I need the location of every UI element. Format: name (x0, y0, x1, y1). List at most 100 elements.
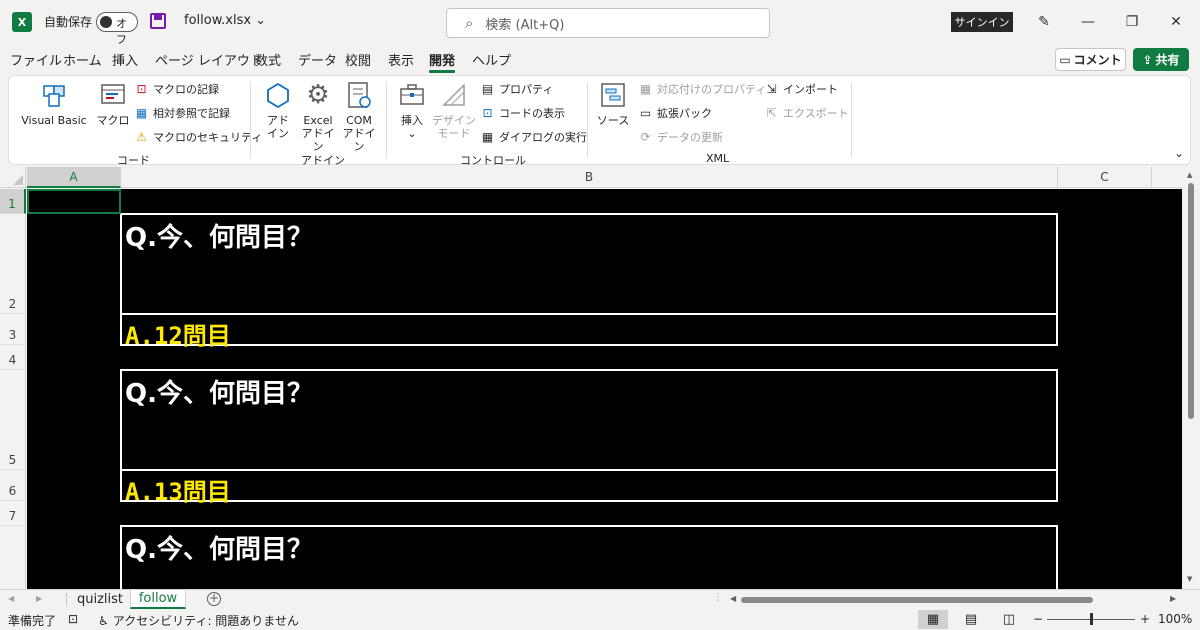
tab-help[interactable]: ヘルプ (472, 50, 511, 69)
answer-cell-b6[interactable]: A.13問目 (125, 472, 231, 507)
properties-label: プロパティ (499, 83, 554, 96)
zoom-in-icon[interactable]: + (1140, 612, 1150, 626)
row-header-4[interactable]: 4 (0, 345, 26, 370)
scroll-left-icon[interactable]: ◀ (730, 594, 736, 603)
zoom-slider-knob[interactable] (1090, 613, 1093, 625)
close-icon[interactable]: ✕ (1165, 11, 1187, 33)
question-cell-b5[interactable]: Q.今、何問目？ (125, 373, 313, 410)
answer-cell-border (120, 313, 1058, 346)
tab-formulas[interactable]: 数式 (255, 50, 281, 69)
macro-icon (98, 80, 128, 110)
row-header-2[interactable]: 2 (0, 214, 26, 314)
row-header-5[interactable]: 5 (0, 370, 26, 470)
ribbon-collapse-icon[interactable]: ⌄ (1174, 146, 1184, 160)
refresh-data-label: データの更新 (657, 131, 723, 144)
next-sheet-icon[interactable]: ▶ (36, 594, 42, 603)
filename-button[interactable]: follow.xlsx ⌄ (184, 13, 266, 28)
xml-import-button[interactable]: ⇲ インポート (764, 81, 838, 97)
sheet-tab-follow[interactable]: follow (130, 590, 186, 609)
prev-sheet-icon[interactable]: ◀ (8, 594, 14, 603)
expansion-packs-button[interactable]: ▭ 拡張パック (638, 105, 712, 121)
row-header-1[interactable]: 1 (0, 189, 26, 214)
tab-file[interactable]: ファイル (10, 50, 62, 69)
tab-insert[interactable]: 挿入 (112, 50, 138, 69)
xml-source-button[interactable]: ソース (595, 80, 631, 127)
add-sheet-icon[interactable]: + (207, 592, 221, 606)
minimize-icon[interactable]: — (1077, 11, 1099, 33)
active-cell-a1[interactable] (27, 189, 121, 214)
row-header-3[interactable]: 3 (0, 314, 26, 345)
refresh-data-button[interactable]: ⟳ データの更新 (638, 129, 723, 145)
horizontal-scroll-thumb[interactable] (741, 597, 1093, 603)
map-properties-button[interactable]: ▦ 対応付けのプロパティ (638, 81, 767, 97)
macro-record-status-icon[interactable]: ⊡ (68, 612, 78, 626)
status-bar: 準備完了 ⊡ ♿ アクセシビリティ: 問題ありません ▦ ▤ ◫ − + 100… (0, 609, 1200, 630)
xml-export-button[interactable]: ⇱ エクスポート (764, 105, 848, 121)
run-dialog-icon: ▦ (481, 130, 494, 144)
page-layout-view-button[interactable]: ▤ (956, 610, 986, 629)
insert-control-button[interactable]: 挿入 ⌄ (395, 80, 429, 140)
question-cell-b8[interactable]: Q.今、何問目？ (125, 529, 313, 566)
record-macro-button[interactable]: ⊡ マクロの記録 (134, 81, 219, 97)
tab-developer[interactable]: 開発 (429, 50, 456, 73)
pen-icon[interactable]: ✎ (1033, 11, 1055, 33)
tab-home[interactable]: ホーム (63, 50, 102, 69)
save-icon[interactable] (150, 13, 166, 29)
autosave-state: オフ (116, 17, 127, 46)
page-layout-view-icon: ▤ (964, 612, 978, 627)
vertical-scroll-thumb[interactable] (1188, 183, 1194, 419)
sheet-tab-quizlist[interactable]: quizlist (72, 590, 128, 609)
search-box[interactable]: ⌕ 検索 (Alt+Q) (446, 8, 770, 38)
signin-button[interactable]: サインイン (951, 12, 1013, 32)
relative-ref-button[interactable]: ▦ 相対参照で記録 (134, 105, 230, 121)
addin-button[interactable]: アド イン (260, 80, 296, 140)
design-mode-button[interactable]: デザイン モード (432, 80, 476, 140)
gear-icon: ⚙ (306, 79, 330, 110)
scroll-right-icon[interactable]: ▶ (1170, 594, 1176, 603)
macro-button[interactable]: マクロ (93, 80, 133, 127)
visual-basic-button[interactable]: Visual Basic (19, 80, 89, 127)
comment-button[interactable]: ▭ コメント (1055, 48, 1126, 71)
expansion-packs-label: 拡張パック (657, 107, 712, 120)
row-header-8[interactable] (0, 526, 26, 589)
scroll-down-icon[interactable]: ▼ (1187, 575, 1192, 583)
horizontal-scrollbar[interactable] (741, 597, 1165, 603)
question-cell-b2[interactable]: Q.今、何問目？ (125, 217, 313, 254)
accessibility-status[interactable]: ♿ アクセシビリティ: 問題ありません (98, 612, 299, 629)
chevron-down-icon: ⌄ (407, 127, 417, 140)
scroll-up-icon[interactable]: ▲ (1187, 171, 1192, 179)
tab-split-handle-icon[interactable]: ⋮ (713, 592, 723, 603)
view-code-button[interactable]: ⊡ コードの表示 (480, 105, 565, 121)
normal-view-button[interactable]: ▦ (918, 610, 948, 629)
zoom-out-icon[interactable]: − (1033, 612, 1043, 626)
tab-view[interactable]: 表示 (388, 50, 414, 69)
column-header-b[interactable]: B (121, 167, 1058, 188)
select-all-corner[interactable] (0, 167, 26, 188)
macro-security-button[interactable]: ⚠ マクロのセキュリティ (134, 129, 262, 145)
autosave-toggle[interactable]: オフ (96, 12, 138, 46)
column-header-c[interactable]: C (1058, 167, 1152, 188)
column-header-a[interactable]: A (27, 167, 121, 188)
restore-icon[interactable]: ❐ (1121, 11, 1143, 33)
export-icon: ⇱ (766, 106, 777, 120)
vertical-scrollbar[interactable]: ▲ ▼ (1183, 167, 1200, 589)
page-break-view-button[interactable]: ◫ (994, 610, 1024, 629)
tab-page-layout[interactable]: ページ レイアウト (155, 50, 263, 69)
zoom-slider[interactable] (1047, 613, 1135, 625)
tab-data[interactable]: データ (298, 50, 337, 69)
column-header-d[interactable] (1152, 167, 1183, 188)
excel-logo-icon: X (12, 12, 32, 32)
share-button[interactable]: ⇪ 共有 (1133, 48, 1189, 71)
addin-label-2: イン (267, 127, 289, 140)
properties-button[interactable]: ▤ プロパティ (480, 81, 554, 97)
excel-addin-button[interactable]: ⚙ Excel アドイン (298, 79, 338, 154)
answer-cell-b3[interactable]: A.12問目 (125, 316, 231, 351)
addin-label-1: アド (267, 114, 289, 127)
row-header-6[interactable]: 6 (0, 470, 26, 501)
tab-review[interactable]: 校閲 (345, 50, 371, 69)
com-addin-button[interactable]: COM アドイン (339, 80, 379, 153)
run-dialog-button[interactable]: ▦ ダイアログの実行 (480, 129, 587, 145)
row-header-7[interactable]: 7 (0, 501, 26, 526)
com-addin-label-1: COM (346, 114, 372, 127)
zoom-level[interactable]: 100% (1158, 612, 1192, 626)
